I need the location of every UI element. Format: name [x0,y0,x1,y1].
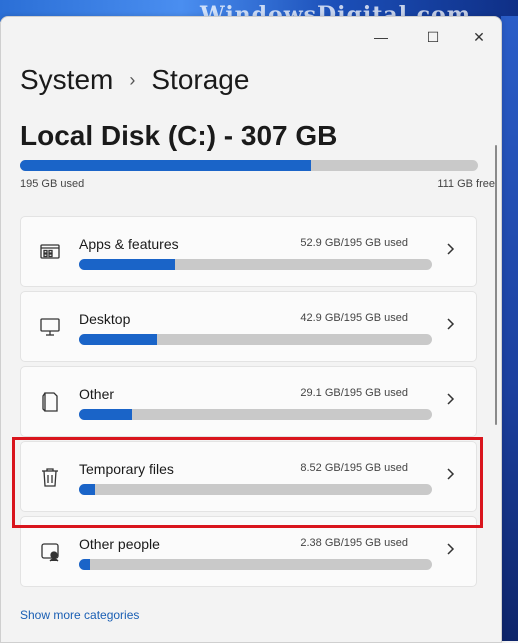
chevron-right-icon [446,392,456,411]
disk-usage-fill [20,160,311,171]
category-usage-bar [79,259,432,270]
category-usage-fill [79,334,157,345]
category-usage-bar [79,334,432,345]
people-icon [39,541,61,563]
category-temporary-files[interactable]: Temporary files 8.52 GB/195 GB used [20,441,477,512]
breadcrumb-storage: Storage [151,64,250,95]
category-desktop[interactable]: Desktop 42.9 GB/195 GB used [20,291,477,362]
chevron-right-icon: › [129,69,136,90]
minimize-button[interactable]: — [361,27,401,47]
breadcrumb: System › Storage [20,64,249,96]
category-usage: 29.1 GB/195 GB used [300,387,408,399]
disk-free-label: 111 GB free [437,178,495,190]
disk-title: Local Disk (C:) - 307 GB [20,120,338,151]
category-usage-bar [79,484,432,495]
scrollbar[interactable] [495,145,497,425]
disk-usage-bar [20,160,478,171]
trash-icon [39,466,61,488]
disk-used-label: 195 GB used [20,178,85,190]
breadcrumb-system[interactable]: System [20,64,113,96]
show-more-categories-link[interactable]: Show more categories [20,608,139,622]
category-usage-fill [79,484,95,495]
category-name: Desktop [79,311,131,327]
apps-icon [39,241,61,263]
category-usage-fill [79,559,90,570]
category-name: Apps & features [79,236,179,252]
category-list: Apps & features 52.9 GB/195 GB used Desk… [20,216,477,591]
desktop-background-strip [501,16,518,641]
document-icon [39,391,61,413]
category-other-people[interactable]: Other people 2.38 GB/195 GB used [20,516,477,587]
monitor-icon [39,316,61,338]
category-apps-features[interactable]: Apps & features 52.9 GB/195 GB used [20,216,477,287]
chevron-right-icon [446,317,456,336]
category-usage: 52.9 GB/195 GB used [300,237,408,249]
chevron-right-icon [446,467,456,486]
category-usage: 2.38 GB/195 GB used [300,537,408,549]
category-name: Other [79,386,115,402]
category-usage: 42.9 GB/195 GB used [300,312,408,324]
category-usage-bar [79,559,432,570]
category-name: Other people [79,536,160,552]
category-name: Temporary files [79,461,174,477]
chevron-right-icon [446,242,456,261]
category-usage-bar [79,409,432,420]
category-usage-fill [79,259,175,270]
category-usage: 8.52 GB/195 GB used [300,462,408,474]
category-usage-fill [79,409,132,420]
chevron-right-icon [446,542,456,561]
category-other[interactable]: Other 29.1 GB/195 GB used [20,366,477,437]
close-button[interactable]: ✕ [459,27,499,47]
maximize-button[interactable]: ☐ [413,27,453,47]
